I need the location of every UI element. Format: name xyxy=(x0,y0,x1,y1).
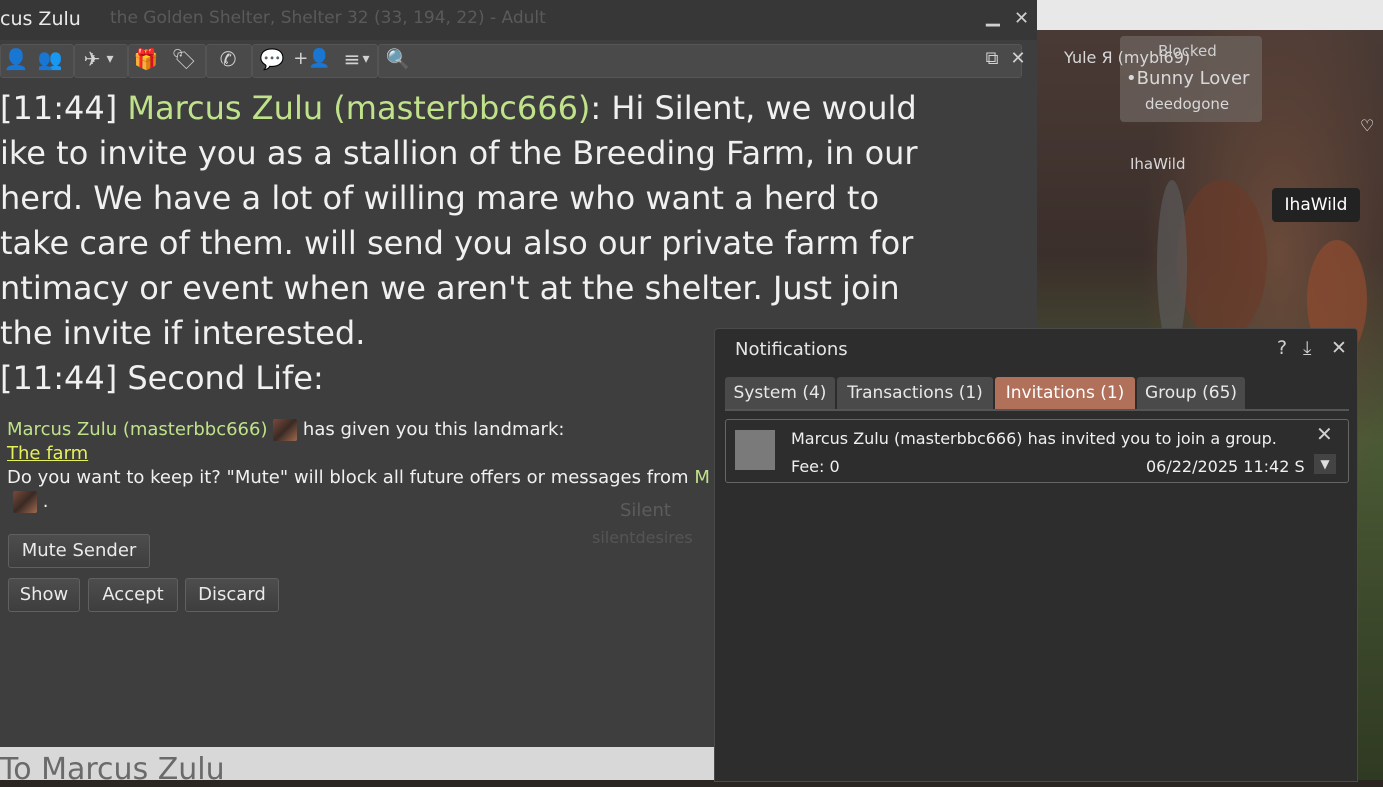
nametag-blocked: Blocked xyxy=(1158,42,1217,60)
message-text: herd. We have a lot of willing mare who … xyxy=(0,179,880,217)
gift-icon[interactable]: 🎁 xyxy=(130,44,162,74)
toolbar-group xyxy=(378,44,1022,78)
nametag-bunny-lover: •Bunny Lover xyxy=(1126,68,1250,89)
close-icon[interactable]: ✕ xyxy=(1002,44,1034,74)
avatar xyxy=(13,491,37,513)
pay-icon[interactable]: 🏷 xyxy=(168,44,200,74)
help-icon[interactable]: ? xyxy=(1277,337,1287,359)
chevron-down-icon[interactable]: ▼ xyxy=(1314,454,1336,474)
heart-icon[interactable]: ♡ xyxy=(1360,116,1374,135)
viewer-top-bar xyxy=(1037,0,1383,31)
background-location-title: the Golden Shelter, Shelter 32 (33, 194,… xyxy=(110,8,546,28)
question-text: Do you want to keep it? "Mute" will bloc… xyxy=(7,467,695,488)
notifications-panel: Notifications ? ⤓ ✕ System (4) Transacti… xyxy=(714,328,1358,782)
message-text: : Hi Silent, we would xyxy=(590,89,917,127)
close-window-button[interactable]: ✕ xyxy=(1014,8,1029,29)
chat-message: [11:44] Marcus Zulu (masterbbc666): Hi S… xyxy=(0,86,1037,131)
accept-button[interactable]: Accept xyxy=(88,578,178,612)
avatar xyxy=(273,419,298,441)
tab-invitations[interactable]: Invitations (1) xyxy=(995,377,1135,409)
landmark-offer: Marcus Zulu (masterbbc666) has given you… xyxy=(7,418,710,514)
message-text: ntimacy or event when we aren't at the s… xyxy=(0,269,900,307)
offer-header: Marcus Zulu (masterbbc666) has given you… xyxy=(7,418,710,442)
message-text: ike to invite you as a stallion of the B… xyxy=(0,134,918,172)
im-title-bar[interactable]: cus Zulu the Golden Shelter, Shelter 32 … xyxy=(0,0,1037,40)
sender-name[interactable]: Marcus Zulu (masterbbc666) xyxy=(127,89,590,127)
nametag-deedogone: deedogone xyxy=(1145,95,1230,113)
minimize-button[interactable]: ▁ xyxy=(986,6,1000,27)
chevron-down-icon[interactable]: ▾ xyxy=(356,44,376,74)
nametag-ihawild-small: IhaWild xyxy=(1130,155,1186,173)
chat-input[interactable]: To Marcus Zulu xyxy=(0,747,714,787)
tab-group[interactable]: Group (65) xyxy=(1137,377,1245,409)
chat-input-placeholder: To Marcus Zulu xyxy=(0,752,225,787)
friends-icon[interactable]: 👥 xyxy=(34,44,66,74)
message-text: take care of them. will send you also ou… xyxy=(0,224,914,262)
close-icon[interactable]: ✕ xyxy=(1316,422,1333,446)
profile-icon[interactable]: 👤 xyxy=(0,44,32,74)
tab-system[interactable]: System (4) xyxy=(725,377,835,409)
nametag-ihawild: IhaWild xyxy=(1272,188,1360,222)
background-nametag: silentdesires xyxy=(592,528,693,547)
notifications-title: Notifications xyxy=(735,339,848,360)
avatar-silhouette xyxy=(1157,180,1187,350)
landmark-link[interactable]: The farm xyxy=(7,443,88,464)
notification-item[interactable]: Marcus Zulu (masterbbc666) has invited y… xyxy=(725,419,1349,483)
close-icon[interactable]: ✕ xyxy=(1331,337,1347,359)
avatar-silhouette xyxy=(1177,180,1267,340)
notification-fee: Fee: 0 xyxy=(791,457,840,476)
offer-footer: . xyxy=(7,490,710,514)
question-sender-tail[interactable]: M xyxy=(694,467,710,488)
im-toolbar: 👤 👥 ✈ ▾ 🎁 🏷 ✆ 💬 +👤 ≡ ▾ 🔍 ⧉ ✕ xyxy=(0,42,1037,78)
tab-underline xyxy=(725,409,1349,411)
show-button[interactable]: Show xyxy=(8,578,80,612)
window-title: cus Zulu xyxy=(0,8,81,30)
tab-transactions[interactable]: Transactions (1) xyxy=(837,377,993,409)
discard-button[interactable]: Discard xyxy=(185,578,279,612)
background-nametag: Silent xyxy=(620,500,671,521)
offer-sender[interactable]: Marcus Zulu (masterbbc666) xyxy=(7,419,267,440)
offer-end: . xyxy=(37,491,49,512)
offer-text: has given you this landmark: xyxy=(297,419,565,440)
dock-icon[interactable]: ⤓ xyxy=(1303,337,1311,359)
add-friend-icon[interactable]: +👤 xyxy=(292,44,332,74)
chevron-down-icon[interactable]: ▾ xyxy=(100,44,120,74)
im-icon[interactable]: 💬 xyxy=(256,44,288,74)
call-icon[interactable]: ✆ xyxy=(212,44,244,74)
notification-date: 06/22/2025 11:42 S xyxy=(1146,457,1305,476)
offer-question: Do you want to keep it? "Mute" will bloc… xyxy=(7,466,710,490)
message-time: [11:44] xyxy=(0,89,128,127)
search-icon[interactable]: 🔍 xyxy=(382,44,414,74)
notification-message: Marcus Zulu (masterbbc666) has invited y… xyxy=(791,429,1277,448)
mute-sender-button[interactable]: Mute Sender xyxy=(8,534,150,568)
group-thumbnail xyxy=(735,430,775,470)
